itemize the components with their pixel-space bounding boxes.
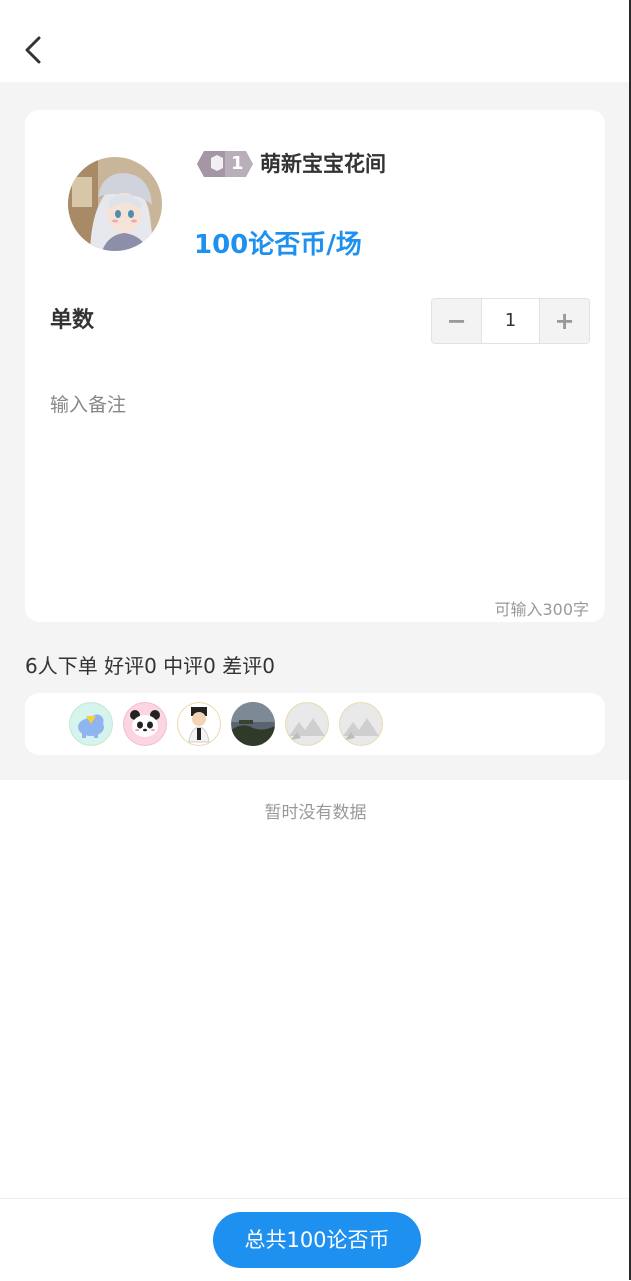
review-summary: 6人下单 好评0 中评0 差评0 — [25, 654, 275, 678]
quantity-stepper: − 1 + — [431, 298, 590, 344]
submit-order-button[interactable]: 总共100论否币 — [213, 1212, 421, 1268]
mountain-avatar[interactable] — [339, 702, 383, 746]
user-avatar[interactable] — [68, 157, 162, 251]
level-badge: 1 — [197, 150, 253, 178]
empty-state-text: 暂时没有数据 — [264, 803, 367, 823]
price-per-game: 100论否币/场 — [194, 230, 362, 260]
cube-hexagon-icon — [197, 151, 253, 177]
buyer-avatars-list — [25, 693, 605, 755]
chevron-left-icon — [25, 36, 41, 64]
landscape-avatar[interactable] — [231, 702, 275, 746]
nickname: 萌新宝宝花间 — [260, 152, 386, 176]
back-button[interactable] — [14, 30, 54, 70]
bottom-bar: 总共100论否币 — [0, 1198, 631, 1281]
panda-avatar[interactable] — [123, 702, 167, 746]
char-limit-hint: 可输入300字 — [494, 600, 589, 619]
quantity-label: 单数 — [50, 308, 95, 333]
elephant-avatar[interactable] — [69, 702, 113, 746]
mountain-avatar[interactable] — [285, 702, 329, 746]
decrease-button[interactable]: − — [432, 299, 481, 343]
cartoon-boy-avatar[interactable] — [177, 702, 221, 746]
increase-button[interactable]: + — [540, 299, 589, 343]
level-number: 1 — [231, 153, 244, 174]
top-bar — [0, 0, 631, 82]
order-card: 1 萌新宝宝花间 100论否币/场 单数 − 1 + 可输入300字 — [25, 110, 605, 622]
note-input[interactable] — [50, 390, 570, 570]
quantity-value[interactable]: 1 — [481, 299, 540, 343]
